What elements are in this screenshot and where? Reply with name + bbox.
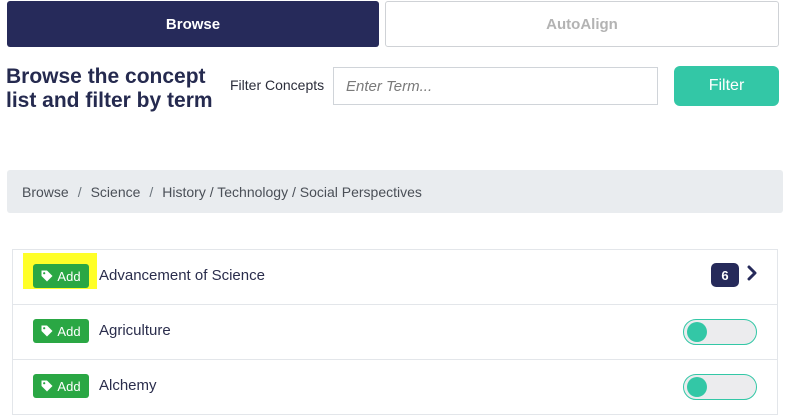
toggle-knob: [687, 322, 707, 342]
filter-button[interactable]: Filter: [674, 66, 779, 106]
breadcrumb-separator: /: [77, 183, 82, 200]
add-button-label: Add: [57, 268, 81, 284]
tag-icon: [41, 325, 53, 337]
concept-toggle[interactable]: [683, 319, 757, 345]
add-tag-button[interactable]: Add: [33, 319, 89, 343]
add-tag-button[interactable]: Add: [33, 374, 89, 398]
concept-row-alchemy: Add Alchemy: [13, 360, 777, 415]
concept-toggle[interactable]: [683, 374, 757, 400]
breadcrumb-separator: /: [149, 183, 154, 200]
concept-name[interactable]: Advancement of Science: [99, 267, 265, 284]
tag-icon: [41, 270, 53, 282]
concept-name[interactable]: Alchemy: [99, 377, 157, 394]
breadcrumb-item-current: History / Technology / Social Perspectiv…: [162, 183, 422, 200]
concept-row-agriculture: Add Agriculture: [13, 305, 777, 360]
filter-term-input[interactable]: [333, 67, 658, 105]
add-tag-button[interactable]: Add: [33, 264, 89, 288]
breadcrumb-item-browse[interactable]: Browse: [22, 184, 69, 200]
add-button-label: Add: [57, 378, 81, 394]
tab-browse[interactable]: Browse: [7, 1, 379, 47]
concept-row-advancement-of-science: Add Advancement of Science 6: [13, 250, 777, 305]
tab-autoalign[interactable]: AutoAlign: [385, 1, 779, 47]
breadcrumb-item-science[interactable]: Science: [91, 184, 141, 200]
breadcrumb: Browse / Science / History / Technology …: [7, 170, 783, 213]
filter-concepts-label: Filter Concepts: [230, 77, 325, 93]
tag-icon: [41, 380, 53, 392]
page-heading: Browse the concept list and filter by te…: [6, 65, 213, 112]
count-badge: 6: [711, 263, 739, 287]
add-button-label: Add: [57, 323, 81, 339]
toggle-knob: [687, 377, 707, 397]
concept-list: Add Advancement of Science 6 Add Agricul…: [12, 249, 778, 415]
chevron-right-icon[interactable]: [746, 265, 758, 281]
concept-name[interactable]: Agriculture: [99, 322, 171, 339]
